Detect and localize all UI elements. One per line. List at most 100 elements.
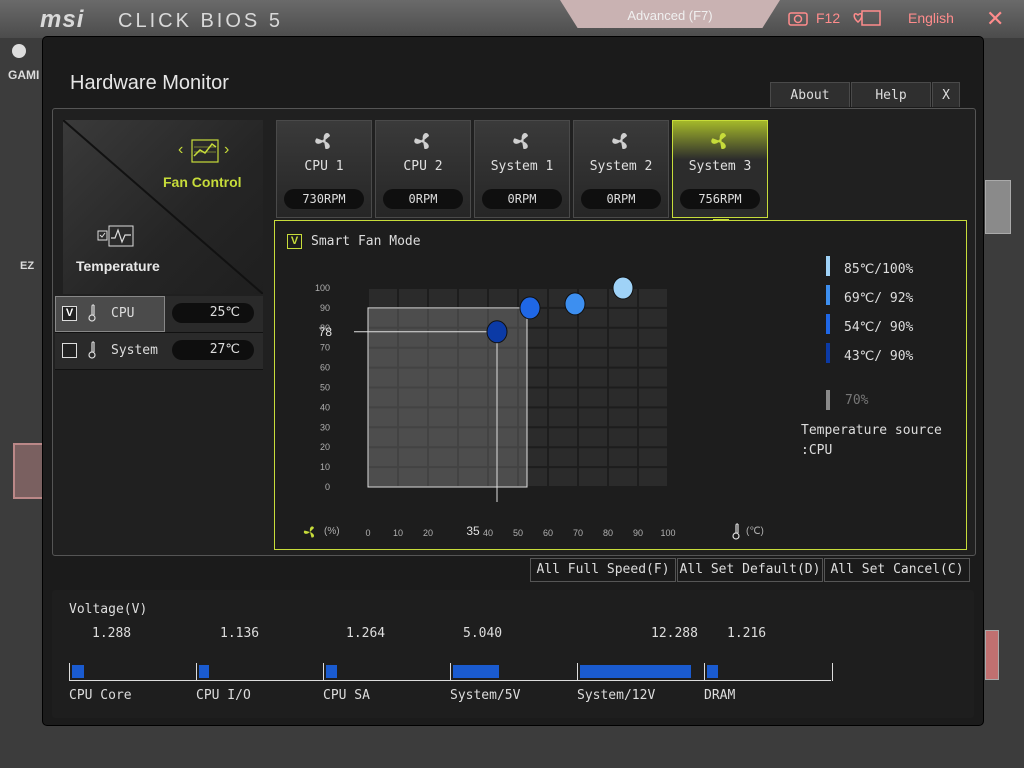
bios-close-icon[interactable]: ✕: [986, 6, 1004, 32]
dialog-title: Hardware Monitor: [70, 72, 229, 94]
voltage-bar: [707, 665, 719, 678]
fan-rpm: 0RPM: [581, 189, 661, 209]
fan-control-label[interactable]: Fan Control: [163, 174, 242, 190]
advanced-mode-label: Advanced (F7): [627, 8, 713, 23]
voltage-bar: [72, 665, 84, 678]
thermometer-icon: [88, 304, 96, 322]
bg-panel-right-red: [985, 630, 999, 680]
temperature-icon[interactable]: [96, 224, 136, 248]
voltage-track: [69, 663, 833, 681]
about-button[interactable]: About: [770, 82, 850, 107]
voltage-divider: [323, 663, 324, 681]
voltage-name: CPU SA: [323, 688, 370, 703]
language-button[interactable]: English: [908, 10, 954, 26]
fan-percent-icon: [303, 526, 315, 538]
sensor-name: CPU: [111, 306, 135, 321]
legend-entry: 54℃/ 90%: [844, 320, 914, 335]
curve-point[interactable]: [486, 320, 508, 344]
game-boost-label: GAMI: [8, 68, 40, 82]
voltage-title: Voltage(V): [69, 602, 148, 617]
camera-icon[interactable]: [788, 10, 808, 26]
dialog-close-button[interactable]: X: [932, 82, 960, 107]
curve-point[interactable]: [519, 296, 541, 320]
fan-control-prev-icon[interactable]: ‹: [178, 141, 183, 159]
y-tick-label: 50: [320, 383, 330, 393]
clock-icon: [12, 44, 26, 58]
voltage-value: 1.216: [727, 626, 767, 641]
fan-tab-cpu-2[interactable]: CPU 2 0RPM: [375, 120, 471, 218]
voltage-divider: [450, 663, 451, 681]
voltage-name: DRAM: [704, 688, 736, 703]
sensor-checkbox[interactable]: V: [62, 306, 77, 321]
voltage-name: System/5V: [450, 688, 521, 703]
y-tick-label: 40: [320, 402, 330, 412]
fan-icon: [414, 133, 429, 149]
fan-icon: [711, 133, 726, 149]
all-full-speed-button[interactable]: All Full Speed(F): [530, 558, 676, 582]
voltage-value: 1.288: [92, 626, 132, 641]
fan-rpm: 756RPM: [680, 189, 760, 209]
legend-color-bar: [826, 256, 830, 276]
x-tick-label: 20: [423, 528, 433, 538]
fan-icon: [315, 133, 330, 149]
fan-name: CPU 2: [403, 159, 443, 174]
sensor-temp: 27℃: [172, 340, 254, 360]
voltage-divider: [577, 663, 578, 681]
x-unit-label: (℃): [746, 526, 764, 537]
y-tick-label: 70: [320, 343, 330, 353]
fan-name: System 2: [589, 159, 653, 174]
temperature-source-label: Temperature source: [801, 423, 942, 438]
fan-icon: [612, 133, 627, 149]
curve-point[interactable]: [612, 276, 634, 300]
help-button[interactable]: Help: [851, 82, 931, 107]
fan-control-icon[interactable]: [190, 138, 220, 164]
x-tick-label: 100: [660, 528, 675, 538]
fan-tab-system-1[interactable]: System 1 0RPM: [474, 120, 570, 218]
voltage-divider: [704, 663, 705, 681]
sensor-checkbox[interactable]: [62, 343, 77, 358]
fan-tab-system-3[interactable]: System 3 756RPM: [672, 120, 768, 218]
y-tick-label: 100: [315, 283, 330, 293]
y-tick-label: 78: [319, 325, 333, 339]
fan-rpm: 0RPM: [383, 189, 463, 209]
sensor-row-cpu[interactable]: V CPU 25℃: [55, 296, 263, 333]
ez-label: EZ: [20, 260, 35, 272]
smart-fan-label: Smart Fan Mode: [311, 234, 421, 249]
all-set-cancel-button[interactable]: All Set Cancel(C): [824, 558, 970, 582]
voltage-bar: [199, 665, 210, 678]
temperature-label[interactable]: Temperature: [76, 258, 160, 274]
voltage-value: 12.288: [651, 626, 698, 641]
sidebar-item-highlighted: [13, 443, 47, 499]
voltage-name: System/12V: [577, 688, 656, 703]
legend-entry: 43℃/ 90%: [844, 349, 914, 364]
voltage-value: 5.040: [463, 626, 503, 641]
smart-fan-checkbox[interactable]: V: [287, 234, 302, 249]
fan-rpm: 0RPM: [482, 189, 562, 209]
y-tick-label: 10: [320, 462, 330, 472]
fan-control-next-icon[interactable]: ›: [224, 141, 229, 159]
favorites-icon[interactable]: [852, 8, 882, 28]
fan-tab-cpu-1[interactable]: CPU 1 730RPM: [276, 120, 372, 218]
x-tick-label: 0: [365, 528, 370, 538]
y-tick-label: 60: [320, 363, 330, 373]
voltage-bar: [453, 665, 499, 678]
thermometer-icon: [88, 341, 96, 359]
all-set-default-button[interactable]: All Set Default(D): [677, 558, 823, 582]
fan-rpm: 730RPM: [284, 189, 364, 209]
brand-logo: msi: [40, 6, 85, 33]
voltage-name: CPU Core: [69, 688, 132, 703]
x-tick-label: 90: [633, 528, 643, 538]
voltage-value: 1.136: [220, 626, 260, 641]
fan-name: System 3: [688, 159, 752, 174]
temperature-source[interactable]: Temperature source :CPU: [801, 421, 942, 461]
screenshot-key-label: F12: [816, 10, 841, 26]
fan-icon: [513, 133, 528, 149]
legend-color-bar: [826, 314, 830, 334]
fan-tab-system-2[interactable]: System 2 0RPM: [573, 120, 669, 218]
voltage-bar: [326, 665, 338, 678]
y-tick-label: 90: [320, 303, 330, 313]
min-duty-label: 70%: [845, 393, 869, 408]
fan-curve-chart[interactable]: 0 10 20 35 40 50 60 70 80 90 100100908078706050403…: [274, 250, 754, 550]
curve-point[interactable]: [564, 292, 586, 316]
sensor-row-system[interactable]: System 27℃: [55, 333, 263, 370]
